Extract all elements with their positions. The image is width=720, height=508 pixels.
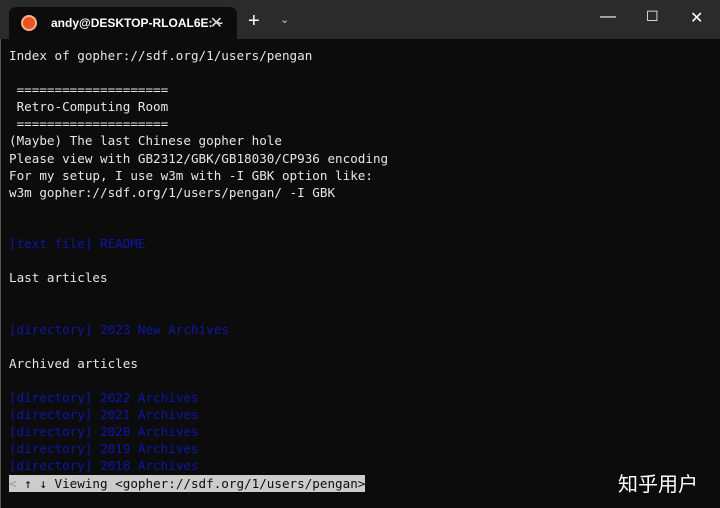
maximize-button[interactable]: ☐: [646, 8, 659, 25]
watermark: 知乎用户: [618, 472, 698, 496]
status-prefix: <: [9, 476, 25, 492]
terminal-line: Please view with GB2312/GBK/GB18030/CP93…: [9, 150, 389, 166]
terminal-line: (Maybe) The last Chinese gopher hole: [9, 133, 282, 149]
status-bar: < ↑ ↓ Viewing <gopher://sdf.org/1/users/…: [9, 475, 366, 493]
gopher-link[interactable]: [directory] 2021 Archives: [9, 406, 388, 423]
gopher-link[interactable]: [directory] 2019 Archives: [9, 440, 388, 457]
terminal-line: For my setup, I use w3m with -I GBK opti…: [9, 167, 373, 183]
terminal-output[interactable]: Index of gopher://sdf.org/1/users/pengan…: [9, 47, 389, 493]
terminal-line: Retro-Computing Room: [9, 99, 169, 115]
gopher-link[interactable]: [text file] README: [9, 235, 388, 252]
new-tab-button[interactable]: +: [248, 10, 260, 33]
terminal-line: ====================: [9, 116, 169, 132]
ubuntu-icon: [21, 15, 37, 31]
gopher-link[interactable]: [directory] 2018 Archives: [9, 457, 388, 474]
terminal-line: ====================: [9, 82, 169, 98]
gopher-link[interactable]: [directory] 2022 Archives: [9, 389, 388, 406]
title-bar: andy@DESKTOP-RLOAL6E: ~ ✕ + ⌄ — ☐ ✕: [0, 0, 720, 39]
chevron-down-icon[interactable]: ⌄: [280, 13, 289, 26]
gopher-link[interactable]: [directory] 2023 New Archives: [9, 321, 388, 338]
status-line: < ↑ ↓ Viewing <gopher://sdf.org/1/users/…: [9, 475, 388, 493]
window-border: [0, 39, 1, 508]
status-text: ↑ ↓ Viewing <gopher://sdf.org/1/users/pe…: [24, 476, 366, 492]
tab-terminal[interactable]: andy@DESKTOP-RLOAL6E: ~ ✕: [9, 7, 237, 39]
tab-close-icon[interactable]: ✕: [210, 13, 223, 33]
tab-title: andy@DESKTOP-RLOAL6E: ~: [51, 16, 223, 30]
terminal-line: Last articles: [9, 270, 108, 286]
terminal-line: w3m gopher://sdf.org/1/users/pengan/ -I …: [9, 184, 336, 200]
gopher-link[interactable]: [directory] 2020 Archives: [9, 423, 388, 440]
terminal-line: Archived articles: [9, 355, 138, 371]
terminal-line: Index of gopher://sdf.org/1/users/pengan: [9, 48, 313, 63]
minimize-button[interactable]: —: [600, 8, 616, 26]
close-button[interactable]: ✕: [690, 8, 703, 28]
